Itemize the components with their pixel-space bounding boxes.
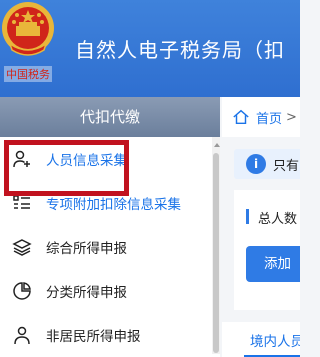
- breadcrumb-home-link[interactable]: 首页: [256, 108, 282, 127]
- app-header: 中国税务 自然人电子税务局（扣: [0, 0, 300, 97]
- sidebar-item-label: 分类所得申报: [46, 285, 127, 301]
- sidebar-item-classified-income[interactable]: 分类所得申报: [0, 269, 212, 313]
- pie-chart-icon: [13, 282, 31, 300]
- sidebar-item-label: 非居民所得申报: [46, 329, 141, 345]
- person-icon: [14, 326, 30, 345]
- scrollbar-thumb[interactable]: [213, 153, 219, 353]
- layers-icon: [12, 239, 32, 256]
- info-notice: i 只有: [234, 149, 300, 179]
- sidebar-scrollbar[interactable]: [212, 137, 220, 354]
- tab-domestic-personnel[interactable]: 境内人员: [250, 330, 300, 350]
- summary-card: 总人数 添加: [234, 190, 300, 310]
- sidebar-item-comprehensive-income[interactable]: 综合所得申报: [0, 225, 212, 269]
- tax-brand-logo: 中国税务: [4, 66, 52, 82]
- sidebar-item-nonresident-income[interactable]: 非居民所得申报: [0, 313, 212, 357]
- app-title: 自然人电子税务局（扣: [75, 38, 285, 62]
- tab-bar: 境内人员: [222, 322, 300, 357]
- info-icon: i: [246, 154, 266, 174]
- main-content: 首页 > i 只有 总人数 添加 境内人员: [222, 97, 300, 357]
- total-count-label: 总人数: [246, 208, 297, 227]
- breadcrumb-separator: >: [286, 109, 297, 125]
- national-emblem-icon: [2, 2, 54, 56]
- sidebar-item-label: 综合所得申报: [46, 241, 127, 257]
- list-icon: [13, 195, 30, 209]
- add-button[interactable]: 添加: [246, 246, 300, 282]
- breadcrumb: 首页 >: [222, 97, 300, 137]
- sidebar-item-label: 专项附加扣除信息采集: [46, 197, 181, 213]
- home-icon: [233, 109, 249, 125]
- notice-text: 只有: [273, 158, 300, 174]
- sidebar-title: 代扣代缴: [0, 97, 220, 137]
- sidebar: 代扣代缴 人员信息采集 专项附加扣除信息采集 综合所得申报 分类所得申报 非居民…: [0, 97, 220, 357]
- scroll-up-icon[interactable]: [214, 143, 220, 147]
- highlight-box: [4, 140, 129, 196]
